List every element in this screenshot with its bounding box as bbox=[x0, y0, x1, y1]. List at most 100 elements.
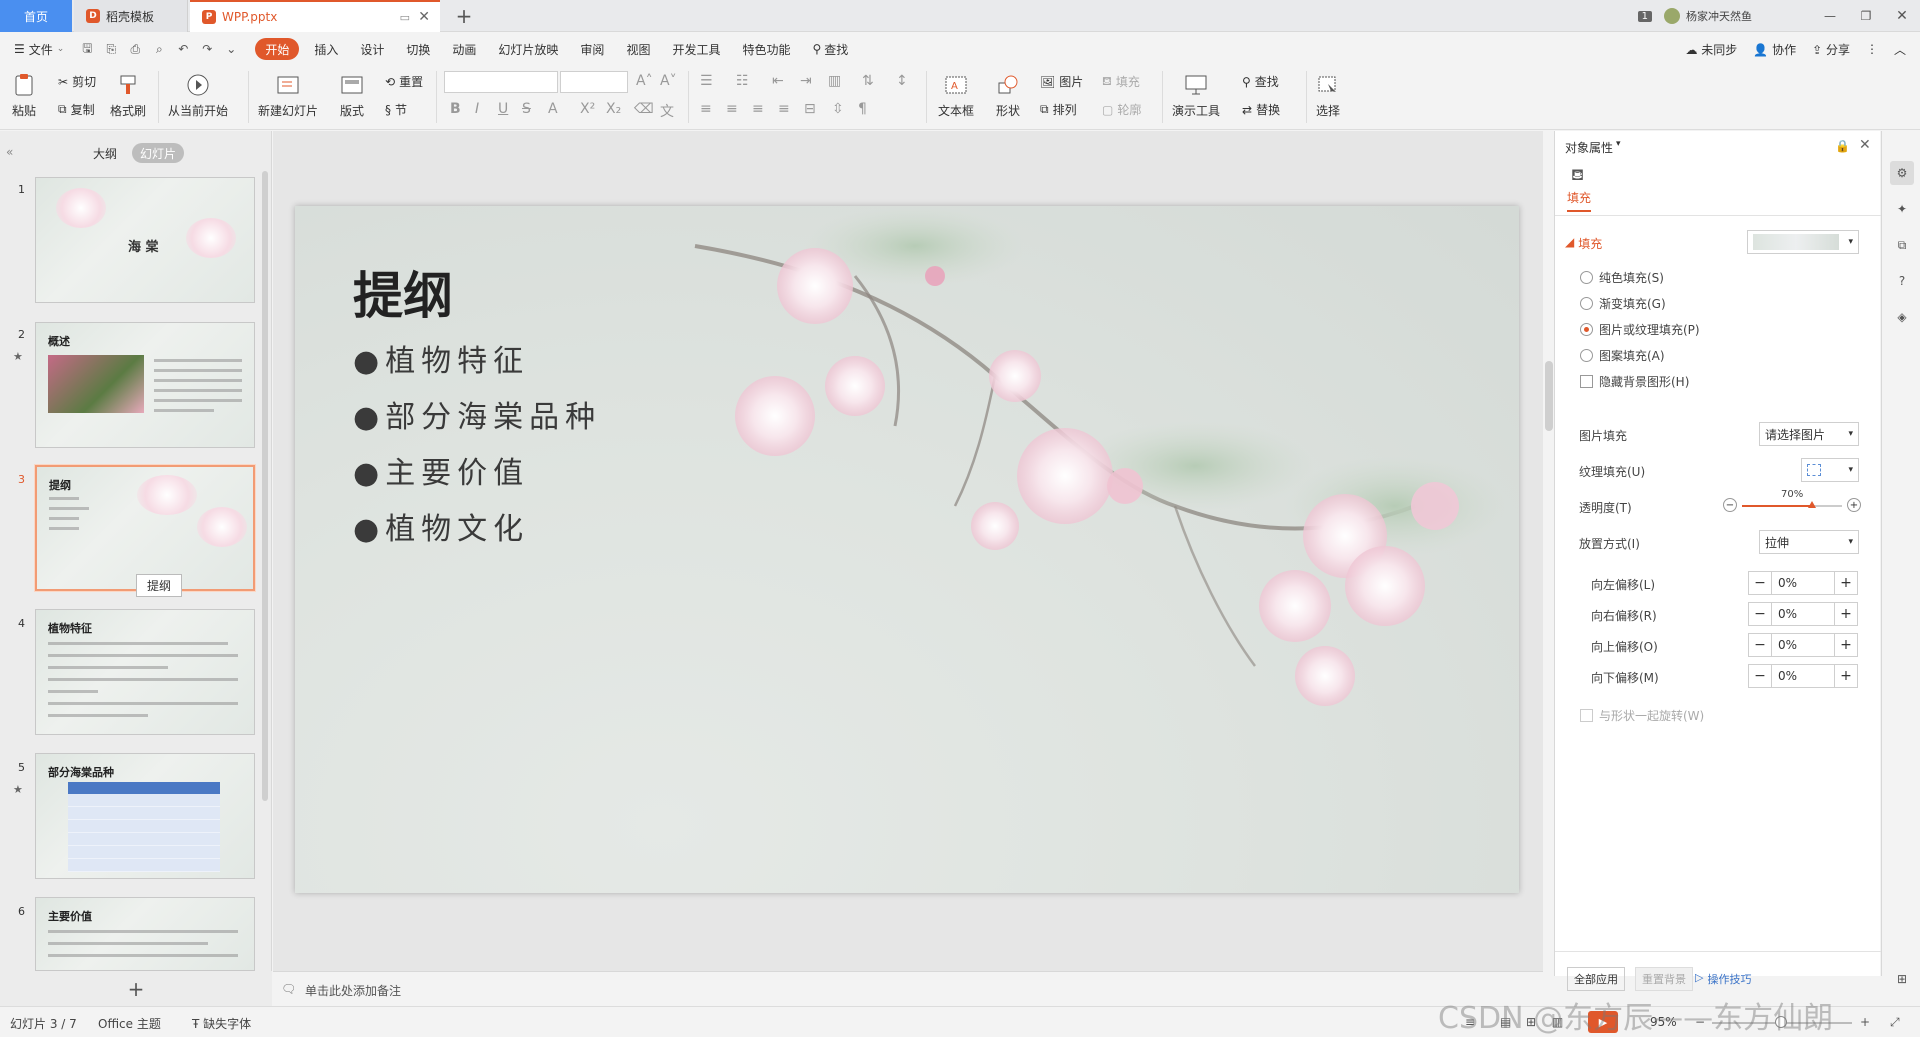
arrange-button[interactable]: ⧉ 排列 bbox=[1040, 101, 1077, 118]
slide-thumbnail[interactable]: 主要价值 bbox=[35, 897, 255, 971]
section-button[interactable]: § 节 bbox=[385, 101, 407, 118]
radio-gradient-fill[interactable]: 渐变填充(G) bbox=[1580, 295, 1666, 312]
menu-animation[interactable]: 动画 bbox=[441, 38, 487, 60]
align-center-icon[interactable]: ≡ bbox=[726, 101, 738, 117]
slide-thumbnail[interactable]: 海 棠 bbox=[35, 177, 255, 303]
close-tab-icon[interactable]: ✕ bbox=[418, 9, 430, 25]
collapse-ribbon-icon[interactable]: ︿ bbox=[1894, 41, 1906, 58]
minus-icon[interactable]: − bbox=[1749, 665, 1771, 687]
menu-slideshow[interactable]: 幻灯片放映 bbox=[487, 38, 569, 60]
picture-fill-dropdown[interactable]: 请选择图片 ▾ bbox=[1759, 422, 1859, 446]
plus-icon[interactable]: + bbox=[1835, 603, 1857, 625]
share-button[interactable]: ⇪ 分享 bbox=[1812, 41, 1850, 58]
print-icon[interactable]: ⎙ bbox=[123, 38, 147, 60]
radio-pattern-fill[interactable]: 图案填充(A) bbox=[1580, 347, 1665, 364]
minimize-icon[interactable]: — bbox=[1812, 9, 1848, 23]
slide-thumbnail[interactable]: 植物特征 bbox=[35, 609, 255, 735]
numbering-icon[interactable]: ☷ bbox=[736, 73, 749, 89]
decrease-transparency-button[interactable]: − bbox=[1723, 498, 1737, 512]
offset-left-stepper[interactable]: −0% + bbox=[1748, 571, 1858, 595]
radio-picture-fill[interactable]: 图片或纹理填充(P) bbox=[1580, 321, 1700, 338]
textbox-button[interactable]: A 文本框 bbox=[938, 71, 974, 119]
tips-link[interactable]: ▷ 操作技巧 bbox=[1695, 971, 1751, 987]
find-button[interactable]: ⚲ 查找 bbox=[1242, 73, 1279, 90]
offset-right-value[interactable]: 0% bbox=[1771, 603, 1835, 625]
font-size-select[interactable] bbox=[560, 71, 628, 93]
missing-fonts[interactable]: Ŧ 缺失字体 bbox=[192, 1015, 251, 1032]
decrease-font-icon[interactable]: A˅ bbox=[660, 73, 677, 89]
zoom-in-icon[interactable]: + bbox=[1860, 1015, 1870, 1029]
menu-transition[interactable]: 切换 bbox=[395, 38, 441, 60]
offset-right-stepper[interactable]: −0% + bbox=[1748, 602, 1858, 626]
save-icon[interactable]: 🖫 bbox=[75, 38, 99, 60]
strikethrough-icon[interactable]: S bbox=[522, 101, 531, 117]
fit-window-icon[interactable]: ⤢ bbox=[1890, 1015, 1900, 1030]
paragraph-icon[interactable]: ¶ bbox=[858, 101, 867, 117]
paste-button[interactable]: 粘贴 bbox=[10, 71, 38, 119]
replace-button[interactable]: ⇄ 替换 bbox=[1242, 101, 1280, 118]
apply-all-button[interactable]: 全部应用 bbox=[1567, 967, 1625, 991]
decrease-indent-icon[interactable]: ⇤ bbox=[772, 73, 784, 89]
play-from-current-button[interactable]: 从当前开始 bbox=[168, 71, 228, 119]
restore-icon[interactable]: ❐ bbox=[1848, 9, 1884, 23]
minus-icon[interactable]: − bbox=[1749, 634, 1771, 656]
layout-button[interactable]: 版式 bbox=[338, 71, 366, 119]
tab-outline[interactable]: 大纲 bbox=[85, 143, 125, 163]
menu-review[interactable]: 审阅 bbox=[569, 38, 615, 60]
clear-format-icon[interactable]: ⌫ bbox=[634, 101, 654, 117]
window-count-badge[interactable]: 1 bbox=[1637, 10, 1652, 22]
redo-icon[interactable]: ↷ bbox=[195, 38, 219, 60]
shape-button[interactable]: 形状 bbox=[994, 71, 1022, 119]
close-window-icon[interactable]: ✕ bbox=[1884, 8, 1920, 24]
collapse-panel-icon[interactable]: « bbox=[6, 145, 13, 159]
placement-dropdown[interactable]: 拉伸 ▾ bbox=[1759, 530, 1859, 554]
font-family-select[interactable] bbox=[444, 71, 558, 93]
thumbnail-scrollbar[interactable] bbox=[262, 171, 268, 801]
hide-bg-checkbox[interactable]: 隐藏背景图形(H) bbox=[1580, 373, 1689, 390]
underline-icon[interactable]: U bbox=[498, 101, 508, 117]
customize-icon[interactable]: ⌄ bbox=[219, 38, 243, 60]
tab-slides[interactable]: 幻灯片 bbox=[132, 143, 185, 163]
outline-button[interactable]: ▢ 轮廓 bbox=[1102, 101, 1141, 118]
file-menu[interactable]: ☰ 文件 ⌄ bbox=[0, 38, 75, 60]
checkbox[interactable] bbox=[1580, 709, 1593, 722]
line-spacing-icon[interactable]: ↕ bbox=[896, 73, 908, 89]
plus-icon[interactable]: + bbox=[1835, 665, 1857, 687]
copy-button[interactable]: ⧉ 复制 bbox=[58, 101, 95, 118]
subscript-icon[interactable]: X₂ bbox=[606, 101, 621, 117]
user-name[interactable]: 杨家冲天然鱼 bbox=[1686, 8, 1752, 24]
notes-area[interactable]: 🗨 单击此处添加备注 bbox=[273, 971, 1543, 1007]
help-icon[interactable]: ? bbox=[1890, 269, 1914, 293]
tab-home[interactable]: 首页 bbox=[0, 0, 72, 32]
fill-section-header[interactable]: ◢ 填充 bbox=[1565, 235, 1602, 252]
lock-icon[interactable]: 🔒 bbox=[1835, 139, 1850, 153]
increase-font-icon[interactable]: A˄ bbox=[636, 73, 653, 89]
rotate-with-shape-checkbox[interactable]: 与形状一起旋转(W) bbox=[1580, 707, 1704, 724]
reset-button[interactable]: ⟲ 重置 bbox=[385, 73, 423, 90]
reset-background-button[interactable]: 重置背景 bbox=[1635, 967, 1693, 991]
columns-icon[interactable]: ▥ bbox=[828, 73, 841, 89]
search-button[interactable]: ⚲ 查找 bbox=[801, 38, 859, 60]
increase-indent-icon[interactable]: ⇥ bbox=[800, 73, 812, 89]
italic-icon[interactable]: I bbox=[475, 101, 479, 117]
transparency-slider-thumb[interactable] bbox=[1808, 501, 1816, 508]
transparency-slider[interactable] bbox=[1742, 501, 1842, 508]
distribute-icon[interactable]: ⊟ bbox=[804, 101, 816, 117]
add-slide-button[interactable]: + bbox=[0, 971, 272, 1007]
export-icon[interactable]: ⎘ bbox=[99, 38, 123, 60]
menu-design[interactable]: 设计 bbox=[349, 38, 395, 60]
plus-icon[interactable]: + bbox=[1835, 634, 1857, 656]
animation-icon[interactable]: ⧉ bbox=[1890, 233, 1914, 257]
new-tab-button[interactable]: + bbox=[450, 0, 478, 32]
radio-button[interactable] bbox=[1580, 349, 1593, 362]
presenter-tools-button[interactable]: 演示工具 bbox=[1172, 71, 1220, 119]
bold-icon[interactable]: B bbox=[450, 101, 461, 117]
tab-docer-templates[interactable]: D 稻壳模板 bbox=[74, 0, 188, 32]
offset-top-stepper[interactable]: −0% + bbox=[1748, 633, 1858, 657]
avatar[interactable] bbox=[1664, 8, 1680, 24]
phonetic-icon[interactable]: 文 bbox=[660, 101, 674, 121]
align-right-icon[interactable]: ≡ bbox=[752, 101, 764, 117]
theme-name[interactable]: Office 主题 bbox=[98, 1015, 161, 1032]
grid-icon[interactable]: ⊞ bbox=[1890, 967, 1914, 991]
bullets-icon[interactable]: ☰ bbox=[700, 73, 713, 89]
